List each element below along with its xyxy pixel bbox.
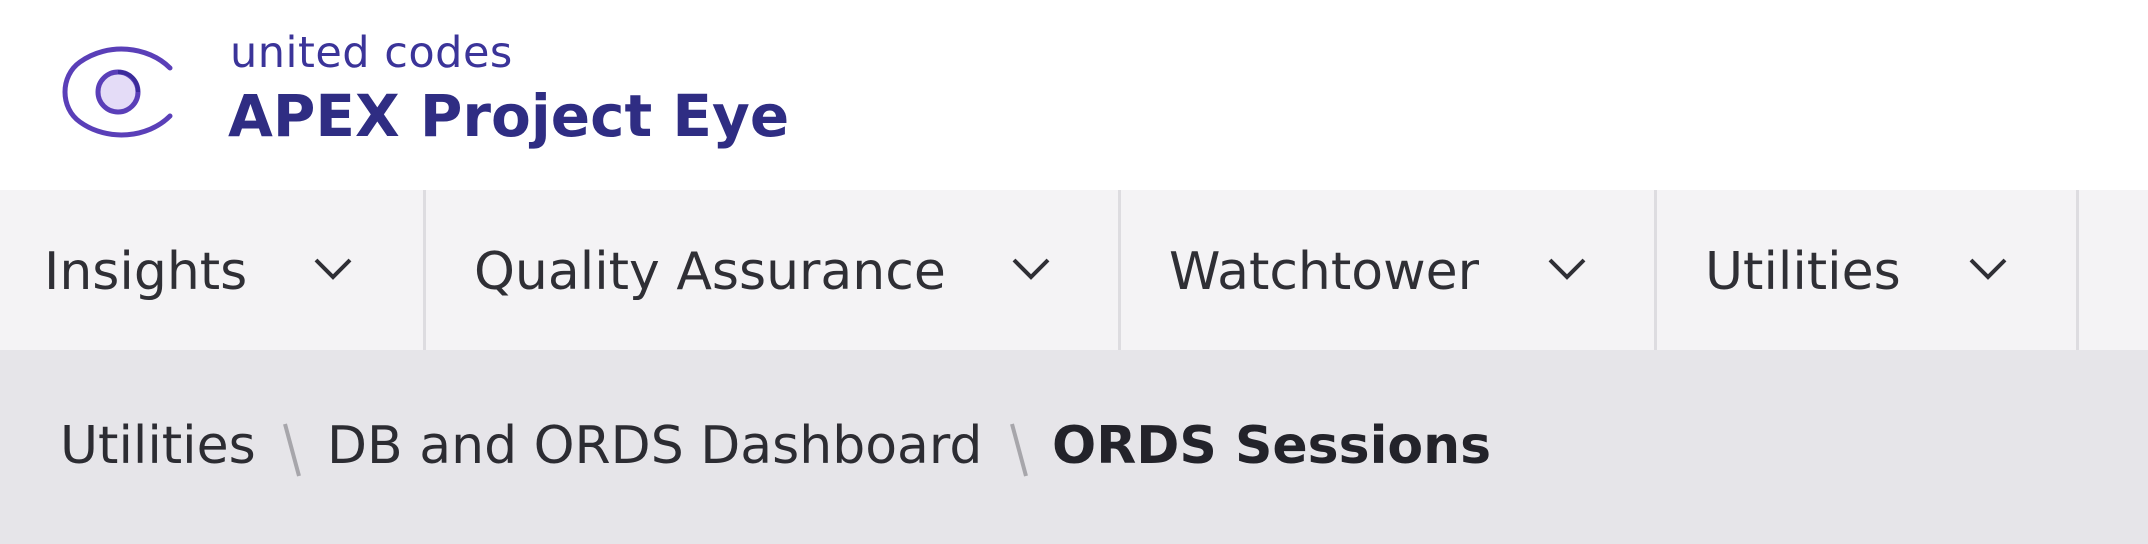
nav-item-label: Watchtower xyxy=(1169,242,1479,302)
breadcrumb-item-utilities[interactable]: Utilities xyxy=(60,416,256,476)
breadcrumb-separator xyxy=(1010,423,1028,477)
app-header: united codes APEX Project Eye xyxy=(0,0,2148,190)
nav-item-watchtower[interactable]: Watchtower xyxy=(1121,190,1657,350)
nav-item-label: Insights xyxy=(44,242,248,302)
chevron-down-icon xyxy=(314,258,352,280)
breadcrumb-item-db-ords-dashboard[interactable]: DB and ORDS Dashboard xyxy=(327,416,982,476)
chevron-down-icon xyxy=(1548,258,1586,280)
breadcrumb-current-page: ORDS Sessions xyxy=(1052,416,1492,476)
chevron-down-icon xyxy=(1012,258,1050,280)
nav-item-label: Utilities xyxy=(1705,242,1901,302)
eye-icon[interactable] xyxy=(58,44,184,140)
nav-item-label: Quality Assurance xyxy=(474,242,946,302)
nav-item-utilities[interactable]: Utilities xyxy=(1657,190,2079,350)
nav-item-insights[interactable]: Insights xyxy=(0,190,426,350)
company-name: united codes xyxy=(230,28,513,78)
breadcrumb: Utilities DB and ORDS Dashboard ORDS Ses… xyxy=(0,350,2148,544)
breadcrumb-separator xyxy=(283,423,301,477)
chevron-down-icon xyxy=(1969,258,2007,280)
main-navigation: Insights Quality Assurance Watchtower Ut… xyxy=(0,190,2148,350)
app-title: APEX Project Eye xyxy=(228,82,790,150)
nav-item-quality-assurance[interactable]: Quality Assurance xyxy=(426,190,1121,350)
